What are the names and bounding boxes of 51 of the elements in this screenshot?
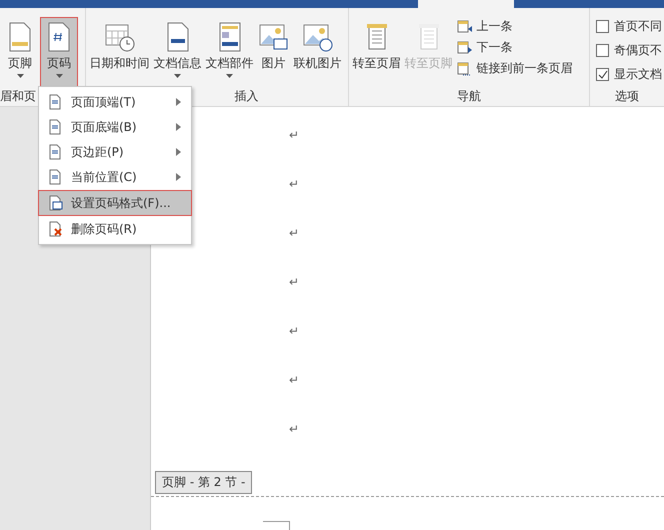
ribbon-button[interactable]: 转至页眉	[350, 18, 403, 86]
ribbon-tab[interactable]	[418, 0, 514, 8]
menu-item[interactable]: 页边距(P)	[41, 140, 189, 164]
option-checkbox[interactable]: 奇偶页不	[596, 42, 662, 59]
caret-icon	[16, 74, 24, 78]
document-icon	[47, 144, 63, 160]
menu-item[interactable]: 页面顶端(T)	[41, 90, 189, 114]
paragraph-mark: ↵	[289, 225, 300, 241]
paragraph-mark: ↵	[289, 274, 300, 290]
menu-item[interactable]: 删除页码(R)	[41, 217, 189, 241]
document-icon	[47, 195, 63, 211]
document-icon	[47, 119, 63, 135]
caret-icon	[56, 74, 62, 78]
option-checkbox[interactable]: 首页不同	[596, 18, 662, 35]
ribbon-button[interactable]: 图片	[256, 18, 292, 86]
footer-tag: 页脚 - 第 2 节 -	[155, 471, 252, 494]
delete-icon	[47, 221, 63, 237]
menu-item[interactable]: 设置页码格式(F)...	[39, 191, 191, 215]
option-checkbox[interactable]: 显示文档	[596, 66, 662, 83]
submenu-arrow-icon	[176, 123, 181, 131]
paragraph-mark: ↵	[289, 176, 300, 192]
caret-icon	[174, 74, 182, 78]
group-label: 眉和页	[0, 88, 36, 105]
ribbon-button[interactable]: 链接到前一条页眉	[456, 60, 573, 77]
group-label: 插入	[234, 88, 259, 105]
ribbon-button[interactable]: 文档部件	[204, 18, 256, 86]
ribbon-button[interactable]: 页码	[41, 18, 77, 86]
paragraph-mark: ↵	[289, 372, 300, 388]
ribbon-button[interactable]: 下一条	[456, 39, 573, 56]
menu-item[interactable]: 当前位置(C)	[41, 165, 189, 189]
document-icon	[47, 169, 63, 185]
link-icon	[456, 62, 473, 76]
ribbon-button[interactable]: 上一条	[456, 18, 573, 35]
header-icon	[456, 40, 473, 54]
ribbon-button[interactable]: 日期和时间	[88, 18, 152, 86]
document-icon	[47, 94, 63, 110]
menu-item[interactable]: 页面底端(B)	[41, 115, 189, 139]
ribbon-button[interactable]: 文档信息	[152, 18, 204, 86]
submenu-arrow-icon	[176, 98, 181, 106]
paragraph-mark: ↵	[289, 323, 300, 339]
ribbon-button[interactable]: 联机图片	[292, 18, 344, 86]
group-label: 选项	[615, 88, 639, 105]
checkmark-icon	[597, 69, 608, 80]
group-label: 导航	[456, 88, 481, 105]
submenu-arrow-icon	[176, 173, 181, 181]
paragraph-mark: ↵	[289, 421, 300, 437]
paragraph-mark: ↵	[289, 127, 300, 143]
ribbon-button[interactable]: 页脚	[2, 18, 38, 86]
caret-icon	[226, 74, 234, 78]
submenu-arrow-icon	[176, 148, 181, 156]
header-icon	[456, 20, 473, 34]
